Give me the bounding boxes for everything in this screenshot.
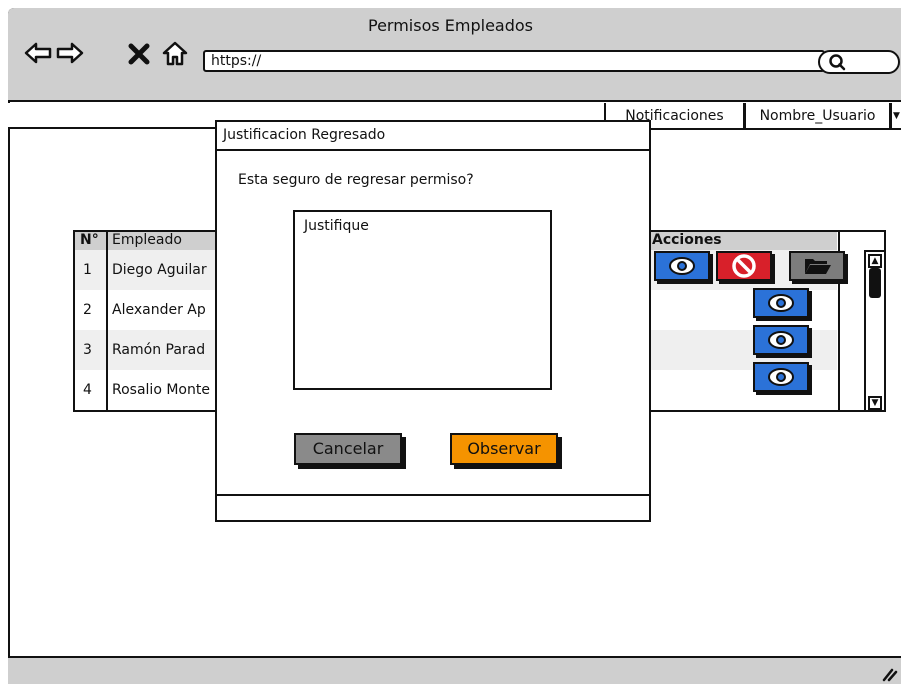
header-actions: Acciones xyxy=(652,232,722,248)
scroll-down-icon[interactable]: ▼ xyxy=(868,396,882,410)
search-icon[interactable] xyxy=(828,53,846,71)
scroll-up-icon[interactable]: ▲ xyxy=(868,254,882,268)
arrow-right-icon[interactable] xyxy=(55,38,85,68)
block-icon xyxy=(732,254,756,278)
url-input[interactable]: https:// xyxy=(203,50,825,72)
resize-grip-icon[interactable] xyxy=(878,662,898,682)
view-button[interactable] xyxy=(753,325,809,355)
header-num: N° xyxy=(80,232,99,248)
folder-open-icon xyxy=(805,259,831,274)
row-num: 1 xyxy=(83,262,92,278)
row-num: 4 xyxy=(83,382,92,398)
user-menu-button[interactable]: Nombre_Usuario xyxy=(744,103,891,130)
eye-icon xyxy=(669,257,695,275)
reject-button[interactable] xyxy=(716,251,772,281)
eye-icon xyxy=(768,294,794,312)
row-num: 2 xyxy=(83,302,92,318)
modal-footer xyxy=(215,494,651,522)
view-button[interactable] xyxy=(654,251,710,281)
row-employee: Alexander Ap xyxy=(112,302,206,318)
folder-button[interactable] xyxy=(789,251,845,281)
chevron-down-icon[interactable]: ▼ xyxy=(890,103,901,130)
header-employee: Empleado xyxy=(112,232,182,248)
eye-icon xyxy=(768,368,794,386)
cancel-button[interactable]: Cancelar xyxy=(294,433,402,465)
observe-button[interactable]: Observar xyxy=(450,433,558,465)
modal-title: Justificacion Regresado xyxy=(215,120,651,151)
arrow-left-icon[interactable] xyxy=(23,38,53,68)
view-button[interactable] xyxy=(753,362,809,392)
row-employee: Ramón Parad xyxy=(112,342,206,358)
status-bar xyxy=(8,656,901,684)
view-button[interactable] xyxy=(753,288,809,318)
justification-textarea[interactable]: Justifique xyxy=(293,210,552,390)
row-employee: Rosalio Monte xyxy=(112,382,210,398)
row-employee: Diego Aguilar xyxy=(112,262,207,278)
row-num: 3 xyxy=(83,342,92,358)
eye-icon xyxy=(768,331,794,349)
column-divider xyxy=(106,232,108,410)
home-icon[interactable] xyxy=(160,38,190,68)
window-title: Permisos Empleados xyxy=(367,16,534,35)
modal-question: Esta seguro de regresar permiso? xyxy=(238,172,474,188)
scrollbar-thumb[interactable] xyxy=(869,268,881,298)
close-icon[interactable] xyxy=(124,38,154,68)
